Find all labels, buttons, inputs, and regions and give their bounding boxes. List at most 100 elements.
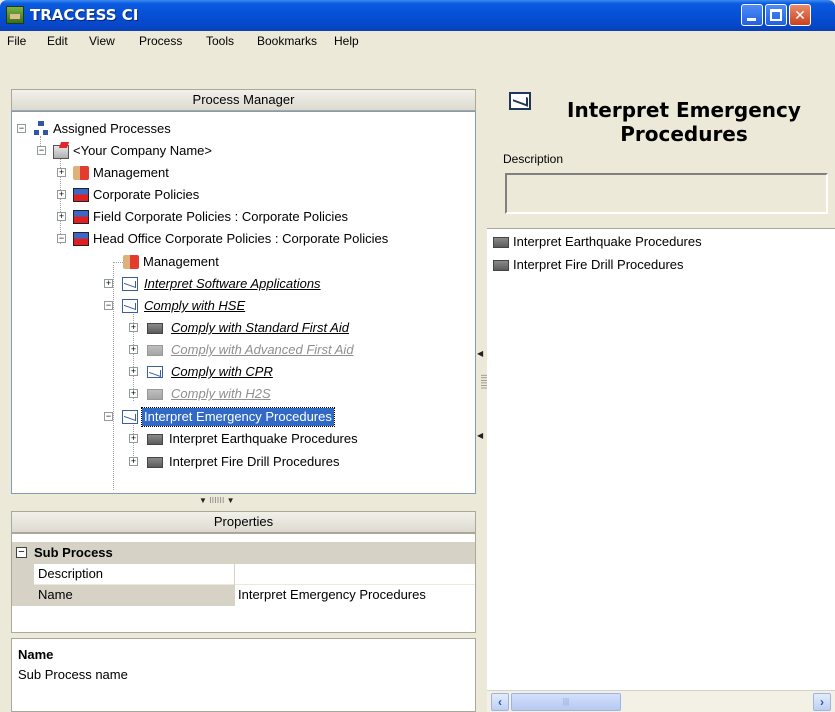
menu-tools[interactable]: Tools bbox=[206, 34, 234, 48]
expand-icon[interactable]: + bbox=[129, 457, 138, 466]
tree-node-label: <Your Company Name> bbox=[73, 143, 212, 158]
horizontal-scrollbar[interactable]: ‹ ||| › bbox=[487, 690, 835, 712]
tree-node-fire-drill[interactable]: + Interpret Fire Drill Procedures bbox=[129, 453, 449, 471]
tree-node-standard-first-aid[interactable]: + Comply with Standard First Aid bbox=[129, 319, 429, 337]
expand-icon[interactable]: + bbox=[129, 323, 138, 332]
expand-icon[interactable]: + bbox=[129, 367, 138, 376]
policy-icon bbox=[73, 188, 89, 202]
scroll-left-button[interactable]: ‹ bbox=[491, 693, 509, 711]
application-window: TRACCESS CI ✕ File Edit View Process Too… bbox=[0, 0, 835, 712]
tree-node-management-sub[interactable]: Management bbox=[103, 253, 403, 271]
tree-node-cpr[interactable]: + Comply with CPR bbox=[129, 363, 429, 381]
tree-node-management[interactable]: + Management bbox=[57, 164, 357, 182]
expand-icon[interactable]: + bbox=[57, 168, 66, 177]
process-manager-header: Process Manager bbox=[11, 89, 476, 111]
tree-node-label: Corporate Policies bbox=[93, 187, 200, 202]
envelope-icon bbox=[122, 299, 138, 313]
tree-node-label: Interpret Fire Drill Procedures bbox=[169, 454, 340, 469]
subprocess-list[interactable]: Interpret Earthquake Procedures Interpre… bbox=[487, 228, 835, 712]
property-value[interactable]: Interpret Emergency Procedures bbox=[234, 585, 475, 606]
scroll-right-button[interactable]: › bbox=[813, 693, 831, 711]
menu-file[interactable]: File bbox=[7, 34, 26, 48]
menu-bookmarks[interactable]: Bookmarks bbox=[257, 34, 317, 48]
tree-node-field-corporate-policies[interactable]: + Field Corporate Policies : Corporate P… bbox=[57, 208, 457, 226]
tree-node-advanced-first-aid[interactable]: + Comply with Advanced First Aid bbox=[129, 341, 429, 359]
window-title: TRACCESS CI bbox=[30, 6, 139, 24]
property-row-name[interactable]: Name Interpret Emergency Procedures bbox=[12, 585, 475, 606]
process-tree[interactable]: − Assigned Processes − <Your Company Nam… bbox=[11, 111, 476, 494]
property-value[interactable] bbox=[234, 564, 475, 585]
tree-node-comply-hse[interactable]: − Comply with HSE bbox=[104, 297, 404, 315]
chevron-left-icon: ‹ bbox=[498, 695, 502, 709]
collapse-icon[interactable]: − bbox=[37, 146, 46, 155]
list-item-label: Interpret Fire Drill Procedures bbox=[513, 257, 684, 272]
chevron-right-icon: › bbox=[820, 695, 824, 709]
menu-bar: File Edit View Process Tools Bookmarks H… bbox=[0, 31, 835, 53]
tree-node-label: Field Corporate Policies : Corporate Pol… bbox=[93, 209, 349, 224]
tree-node-h2s[interactable]: + Comply with H2S bbox=[129, 385, 429, 403]
description-field[interactable] bbox=[505, 173, 828, 214]
property-grid[interactable]: Sub Process − Description Name Interpret… bbox=[11, 533, 476, 633]
envelope-icon bbox=[122, 277, 138, 291]
vertical-splitter[interactable]: ◀ ⁝⁝⁝⁝⁝⁝ ◀ bbox=[477, 89, 488, 712]
property-name: Description bbox=[38, 566, 104, 581]
close-button[interactable]: ✕ bbox=[789, 4, 811, 26]
horizontal-splitter[interactable]: ▼ ⁝⁝⁝⁝⁝⁝ ▼ bbox=[11, 494, 476, 506]
tree-node-label: Head Office Corporate Policies : Corpora… bbox=[93, 231, 389, 246]
tree-node-label: Interpret Software Applications bbox=[144, 276, 321, 291]
expand-icon[interactable]: + bbox=[57, 212, 66, 221]
envelope-icon bbox=[147, 366, 163, 378]
help-title: Name bbox=[18, 647, 54, 662]
property-category[interactable]: Sub Process bbox=[12, 542, 475, 564]
maximize-button[interactable] bbox=[765, 4, 787, 26]
detail-header: Interpret Emergency Procedures Descripti… bbox=[485, 80, 835, 228]
people-icon bbox=[73, 166, 89, 180]
tree-node-label: Management bbox=[143, 254, 219, 269]
expand-icon[interactable]: + bbox=[129, 345, 138, 354]
gray-box-icon bbox=[147, 323, 163, 334]
tree-node-company[interactable]: − <Your Company Name> bbox=[37, 142, 337, 160]
minimize-button[interactable] bbox=[741, 4, 763, 26]
list-item-label: Interpret Earthquake Procedures bbox=[513, 234, 702, 249]
expand-icon[interactable]: + bbox=[129, 434, 138, 443]
tree-node-interpret-software[interactable]: + Interpret Software Applications bbox=[104, 275, 404, 293]
collapse-icon[interactable]: − bbox=[57, 234, 66, 243]
property-gutter bbox=[12, 564, 34, 585]
collapse-icon[interactable]: − bbox=[16, 547, 27, 558]
policy-icon bbox=[73, 210, 89, 224]
tree-node-corporate-policies[interactable]: + Corporate Policies bbox=[57, 186, 437, 204]
property-row-description[interactable]: Description bbox=[12, 564, 475, 585]
tree-node-label: Comply with Advanced First Aid bbox=[171, 342, 354, 357]
tree-node-label: Comply with HSE bbox=[144, 298, 246, 313]
menu-view[interactable]: View bbox=[89, 34, 115, 48]
splitter-grip-icon: ▼ ⁝⁝⁝⁝⁝⁝ ▼ bbox=[199, 496, 235, 505]
collapse-icon[interactable]: − bbox=[104, 301, 113, 310]
tree-node-label: Comply with Standard First Aid bbox=[171, 320, 349, 335]
tree-node-head-office-policies[interactable]: − Head Office Corporate Policies : Corpo… bbox=[57, 230, 472, 248]
expand-icon[interactable]: + bbox=[104, 279, 113, 288]
gray-box-icon bbox=[493, 260, 509, 271]
tree-node-emergency-procedures[interactable]: − Interpret Emergency Procedures bbox=[104, 407, 424, 427]
menu-edit[interactable]: Edit bbox=[47, 34, 68, 48]
menu-process[interactable]: Process bbox=[139, 34, 182, 48]
tree-node-label: Interpret Earthquake Procedures bbox=[169, 431, 358, 446]
properties-header: Properties bbox=[11, 511, 476, 533]
collapse-icon[interactable]: − bbox=[17, 124, 26, 133]
company-icon bbox=[53, 145, 69, 159]
tree-node-assigned-processes[interactable]: − Assigned Processes bbox=[17, 120, 317, 138]
gray-box-icon bbox=[147, 434, 163, 445]
title-bar[interactable]: TRACCESS CI ✕ bbox=[0, 0, 835, 31]
tree-node-earthquake[interactable]: + Interpret Earthquake Procedures bbox=[129, 430, 449, 448]
tree-node-label: Comply with H2S bbox=[171, 386, 271, 401]
collapse-icon[interactable]: − bbox=[104, 412, 113, 421]
close-icon: ✕ bbox=[794, 7, 806, 23]
gray-box-icon bbox=[147, 345, 163, 356]
org-chart-icon bbox=[33, 121, 49, 135]
splitter-grip-icon: ◀ bbox=[477, 431, 484, 440]
scroll-thumb[interactable]: ||| bbox=[511, 693, 621, 711]
help-text: Sub Process name bbox=[18, 667, 128, 682]
app-icon bbox=[6, 6, 24, 24]
expand-icon[interactable]: + bbox=[57, 190, 66, 199]
menu-help[interactable]: Help bbox=[334, 34, 359, 48]
expand-icon[interactable]: + bbox=[129, 389, 138, 398]
